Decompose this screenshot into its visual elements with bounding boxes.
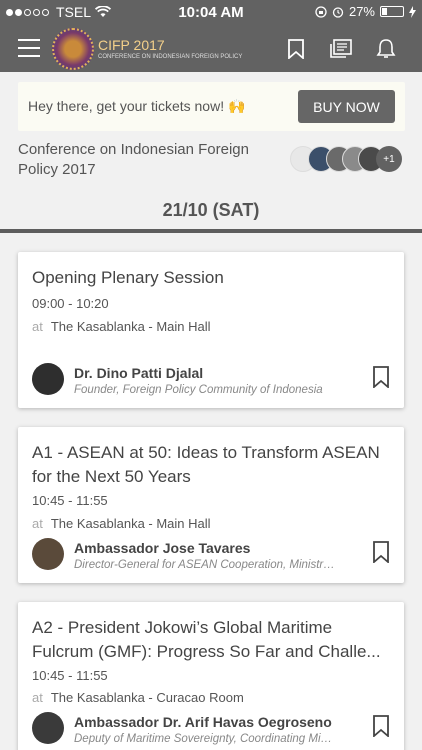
speaker-name: Ambassador Dr. Arif Havas Oegroseno [74,714,332,730]
rotation-lock-icon [315,5,327,18]
app-logo[interactable]: CIFP 2017 CONFERENCE ON INDONESIAN FOREI… [52,28,242,70]
session-card[interactable]: A2 - President Jokowi’s Global Maritime … [18,602,404,750]
session-venue: at The Kasablanka - Main Hall [32,319,211,334]
status-bar: TSEL 10:04 AM 27% [0,0,422,26]
bookmark-icon[interactable] [283,36,309,62]
bookmark-icon[interactable] [372,366,390,388]
app-bar: CIFP 2017 CONFERENCE ON INDONESIAN FOREI… [0,26,422,72]
session-title: Opening Plenary Session [32,268,224,287]
session-card[interactable]: Opening Plenary Session 09:00 - 10:20 at… [18,252,404,408]
logo-emblem [52,28,94,70]
session-time: 10:45 - 11:55 [32,668,108,683]
session-title: A1 - ASEAN at 50: Ideas to Transform ASE… [32,443,380,486]
day-heading: 21/10 (SAT) [162,200,260,220]
bell-icon[interactable] [373,36,399,62]
speaker-name: Dr. Dino Patti Djalal [74,365,204,381]
speaker-avatar [32,363,64,395]
feedback-icon[interactable] [328,36,354,62]
session-title: A2 - President Jokowi’s Global Maritime … [32,618,381,661]
session-time: 10:45 - 11:55 [32,493,108,508]
menu-icon[interactable] [18,39,40,57]
ticket-banner: Hey there, get your tickets now! 🙌 BUY N… [18,82,405,131]
battery-icon [380,6,404,17]
buy-now-button[interactable]: BUY NOW [298,90,395,123]
more-attendees-badge: +1 [376,146,402,172]
charging-icon [409,5,416,18]
conference-title: Conference on Indonesian Foreign Policy … [18,141,249,178]
speaker-avatar [32,538,64,570]
alarm-icon [332,6,344,18]
logo-title: CIFP 2017 [98,37,165,53]
session-venue: at The Kasablanka - Main Hall [32,516,211,531]
session-venue: at The Kasablanka - Curacao Room [32,690,244,705]
speaker-avatar [32,712,64,744]
bookmark-icon[interactable] [372,541,390,563]
speaker-role: Deputy of Maritime Sovereignty, Coordina… [74,733,336,745]
speaker-role: Founder, Foreign Policy Community of Ind… [74,384,323,396]
speaker-name: Ambassador Jose Tavares [74,540,251,556]
logo-subtitle: CONFERENCE ON INDONESIAN FOREIGN POLICY [98,54,243,60]
session-time: 09:00 - 10:20 [32,296,109,311]
day-divider [0,229,422,233]
bookmark-icon[interactable] [372,715,390,737]
battery-percent: 27% [348,4,375,19]
session-card[interactable]: A1 - ASEAN at 50: Ideas to Transform ASE… [18,427,404,583]
ticket-prompt-text: Hey there, get your tickets now! 🙌 [28,98,246,114]
speaker-role: Director-General for ASEAN Cooperation, … [74,559,336,571]
